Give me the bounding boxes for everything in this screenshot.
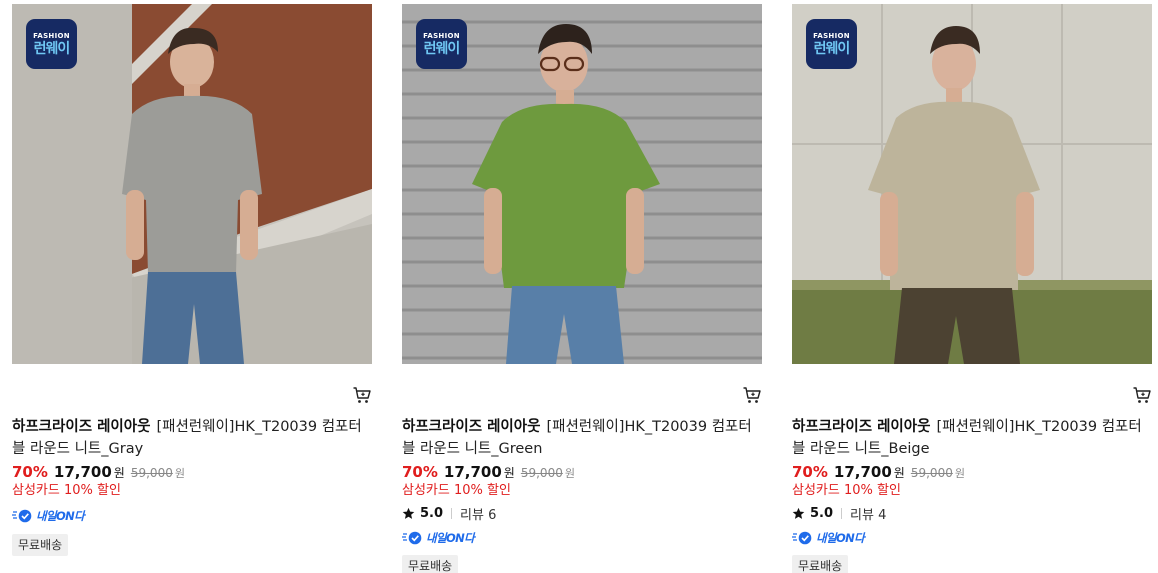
delivery-text: 내일ON다 <box>36 509 85 523</box>
discount-rate: 70% <box>792 463 828 481</box>
price-row: 70% 17,700 원 59,000 원 <box>402 463 575 483</box>
sale-price: 17,700 <box>833 463 892 481</box>
tomorrow-delivery-badge: 내일ON다 <box>402 530 475 546</box>
free-shipping-tag: 무료배송 <box>402 555 459 573</box>
card-discount-text: 삼성카드 10% 할인 <box>12 483 121 498</box>
product-card[interactable]: FASHION 런웨이 하프크라이즈 레이아웃 [패션런웨이]HK_T20039 … <box>402 4 762 573</box>
delivery-text: 내일ON다 <box>426 531 475 545</box>
price-row: 70% 17,700 원 59,000 원 <box>12 463 185 483</box>
card-discount-text: 삼성카드 10% 할인 <box>402 483 511 498</box>
original-price: 59,000 <box>520 466 563 480</box>
badge-main-text: 런웨이 <box>813 40 851 57</box>
star-icon <box>792 507 805 519</box>
star-icon <box>402 507 415 519</box>
product-image[interactable]: FASHION 런웨이 <box>792 4 1152 364</box>
badge-top-text: FASHION <box>33 31 70 40</box>
product-title[interactable]: 하프크라이즈 레이아웃 [패션런웨이]HK_T20039 컴포터블 라운드 니트_… <box>12 416 372 460</box>
fashion-runway-badge: FASHION 런웨이 <box>806 19 857 69</box>
add-to-cart-button[interactable] <box>1132 385 1152 405</box>
product-card[interactable]: FASHION 런웨이 하프크라이즈 레이아웃 [패션런웨이]HK_T20039 … <box>12 4 372 573</box>
cart-icon <box>1133 387 1151 403</box>
tomorrow-delivery-badge: 내일ON다 <box>792 530 865 546</box>
product-title[interactable]: 하프크라이즈 레이아웃 [패션런웨이]HK_T20039 컴포터블 라운드 니트_… <box>792 416 1152 460</box>
delivery-truck-icon <box>402 531 422 545</box>
rating-score: 5.0 <box>420 505 444 521</box>
product-card[interactable]: FASHION 런웨이 하프크라이즈 레이아웃 [패션런웨이]HK_T20039 … <box>792 4 1152 573</box>
discount-rate: 70% <box>402 463 438 481</box>
cart-icon <box>743 387 761 403</box>
product-title[interactable]: 하프크라이즈 레이아웃 [패션런웨이]HK_T20039 컴포터블 라운드 니트_… <box>402 416 762 460</box>
rating-row[interactable]: 5.0 리뷰 4 <box>792 504 887 523</box>
review-count: 리뷰 6 <box>460 507 497 523</box>
badge-main-text: 런웨이 <box>33 40 71 57</box>
rating-score: 5.0 <box>810 505 834 521</box>
review-count: 리뷰 4 <box>850 507 887 523</box>
free-shipping-tag: 무료배송 <box>792 555 849 573</box>
add-to-cart-button[interactable] <box>352 385 372 405</box>
original-currency-unit: 원 <box>954 467 965 480</box>
currency-unit: 원 <box>503 466 515 480</box>
badge-top-text: FASHION <box>813 31 850 40</box>
currency-unit: 원 <box>893 466 905 480</box>
original-price: 59,000 <box>130 466 173 480</box>
card-discount-text: 삼성카드 10% 할인 <box>792 483 901 498</box>
discount-rate: 70% <box>12 463 48 481</box>
original-currency-unit: 원 <box>174 467 185 480</box>
sale-price: 17,700 <box>53 463 112 481</box>
rating-divider <box>841 507 843 519</box>
sale-price: 17,700 <box>443 463 502 481</box>
cart-icon <box>353 387 371 403</box>
badge-top-text: FASHION <box>423 31 460 40</box>
product-image[interactable]: FASHION 런웨이 <box>12 4 372 364</box>
add-to-cart-button[interactable] <box>742 385 762 405</box>
currency-unit: 원 <box>113 466 125 480</box>
brand-name: 하프크라이즈 레이아웃 <box>792 419 931 435</box>
price-row: 70% 17,700 원 59,000 원 <box>792 463 965 483</box>
original-currency-unit: 원 <box>564 467 575 480</box>
brand-name: 하프크라이즈 레이아웃 <box>12 419 151 435</box>
badge-main-text: 런웨이 <box>423 40 461 57</box>
product-image[interactable]: FASHION 런웨이 <box>402 4 762 364</box>
rating-divider <box>451 507 453 519</box>
original-price: 59,000 <box>910 466 953 480</box>
rating-row[interactable]: 5.0 리뷰 6 <box>402 504 497 523</box>
fashion-runway-badge: FASHION 런웨이 <box>26 19 77 69</box>
brand-name: 하프크라이즈 레이아웃 <box>402 419 541 435</box>
fashion-runway-badge: FASHION 런웨이 <box>416 19 467 69</box>
tomorrow-delivery-badge: 내일ON다 <box>12 508 85 524</box>
delivery-truck-icon <box>792 531 812 545</box>
delivery-truck-icon <box>12 509 32 523</box>
free-shipping-tag: 무료배송 <box>12 534 69 556</box>
delivery-text: 내일ON다 <box>816 531 865 545</box>
